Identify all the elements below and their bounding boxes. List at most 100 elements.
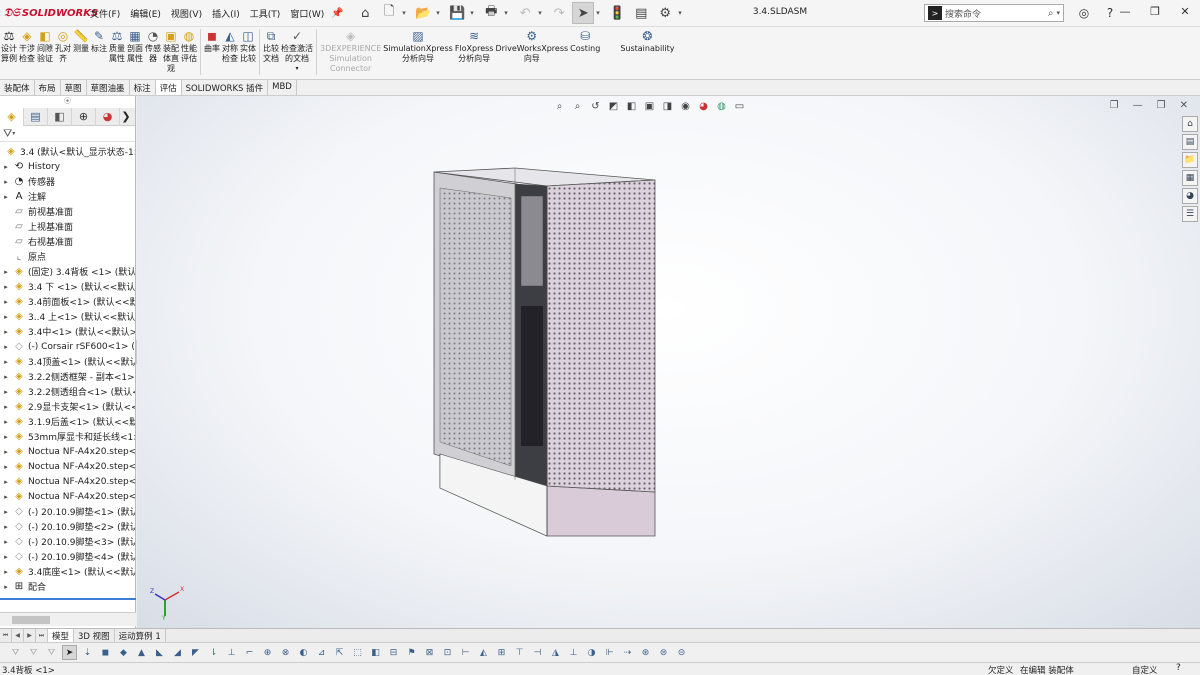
new-document-icon[interactable]: 🗋 — [378, 2, 400, 24]
selection-filter-14-icon[interactable]: ⊿ — [314, 645, 329, 660]
selection-filter-8-icon[interactable]: ⇂ — [206, 645, 221, 660]
tree-item[interactable]: ▸ ◇ (-) 20.10.9脚垫<4> (默认 — [0, 549, 135, 564]
selection-filter-24-icon[interactable]: ⊞ — [494, 645, 509, 660]
menu-edit[interactable]: 编辑(E) — [126, 5, 165, 22]
file-properties-icon[interactable]: ▤ — [630, 2, 652, 24]
open-dropdown-icon[interactable]: ▾ — [436, 9, 444, 17]
tree-item[interactable]: ⌞ 原点 — [0, 249, 135, 264]
tree-item[interactable]: ▸ ◈ 3.4顶盖<1> (默认<<默认: — [0, 354, 135, 369]
tab-layout[interactable]: 布局 — [35, 80, 61, 95]
tree-item[interactable]: ▸ ◈ Noctua NF-A4x20.step< — [0, 444, 135, 459]
expand-arrow-icon[interactable]: ▸ — [0, 448, 12, 456]
panel-tabs-more-icon[interactable]: ❯ — [120, 108, 132, 126]
selection-filter-27-icon[interactable]: ◮ — [548, 645, 563, 660]
selection-filter-10-icon[interactable]: ⌐ — [242, 645, 257, 660]
menu-insert[interactable]: 插入(I) — [208, 5, 244, 22]
minimize-icon[interactable]: — — [1110, 0, 1140, 22]
print-icon[interactable]: 🖶 — [480, 2, 502, 24]
tab-motion-study[interactable]: 运动算例 1 — [115, 629, 166, 642]
tree-item[interactable]: ▸ ◈ 3..4 上<1> (默认<<默认> — [0, 309, 135, 324]
tree-item[interactable]: ▸ ◈ 3.4 下 <1> (默认<<默认> — [0, 279, 135, 294]
ribbon-btn-design-study[interactable]: ⚖ 设计 算例 — [0, 29, 18, 64]
selection-filter-22-icon[interactable]: ⊢ — [458, 645, 473, 660]
tree-item[interactable]: ▸ ◇ (-) 20.10.9脚垫<2> (默认 — [0, 519, 135, 534]
undo-dropdown-icon[interactable]: ▾ — [538, 9, 546, 17]
ribbon-btn-sustainability[interactable]: ❂ Sustainability — [619, 29, 675, 54]
case-front-panel[interactable] — [546, 179, 656, 493]
ribbon-btn-performance[interactable]: ◍ 性能 评估 — [180, 29, 198, 64]
tree-item[interactable]: ▸ ◈ (固定) 3.4背板 <1> (默认< — [0, 264, 135, 279]
selection-filter-7-icon[interactable]: ◤ — [188, 645, 203, 660]
tree-filter[interactable]: ⛛ ▾ — [0, 126, 135, 142]
ribbon-btn-mass-properties[interactable]: ⚖ 质量 属性 — [108, 29, 126, 64]
expand-arrow-icon[interactable]: ▸ — [0, 373, 12, 381]
expand-arrow-icon[interactable]: ▸ — [0, 508, 12, 516]
menu-file[interactable]: 文件(F) — [86, 5, 124, 22]
expand-arrow-icon[interactable]: ▸ — [0, 583, 12, 591]
expand-arrow-icon[interactable]: ▸ — [0, 433, 12, 441]
selection-filter-11-icon[interactable]: ⊕ — [260, 645, 275, 660]
filter-clear-icon[interactable]: ⛛ — [26, 645, 41, 660]
tree-item[interactable]: ▱ 右视基准面 — [0, 234, 135, 249]
status-help-icon[interactable]: ? — [1176, 663, 1181, 673]
scroll-thumb[interactable] — [12, 616, 50, 624]
menu-window[interactable]: 窗口(W) — [286, 5, 328, 22]
tree-item[interactable]: ▸ ◔ 传感器 — [0, 174, 135, 189]
ribbon-btn-curvature[interactable]: ◼ 曲率 — [203, 29, 221, 54]
tree-item[interactable]: ▸ ◈ 3.2.2侧透框架 - 副本<1> ( — [0, 369, 135, 384]
ribbon-btn-measure[interactable]: 📏 测量 — [72, 29, 90, 54]
search-dropdown-icon[interactable]: ▾ — [1056, 9, 1060, 17]
pc-case-model[interactable] — [137, 96, 1200, 628]
tree-item[interactable]: ▸ ⟲ History — [0, 159, 135, 174]
case-left-mesh[interactable] — [439, 187, 512, 467]
expand-arrow-icon[interactable]: ▸ — [0, 328, 12, 336]
restore-icon[interactable]: ❐ — [1140, 0, 1170, 22]
ribbon-btn-floxpress[interactable]: ≋ FloXpress 分析向导 — [454, 29, 495, 64]
expand-arrow-icon[interactable]: ▸ — [0, 388, 12, 396]
panel-collapse-handle[interactable]: ⦿ — [0, 96, 135, 108]
display-manager-tab-icon[interactable]: ◕ — [96, 107, 120, 126]
command-search[interactable]: > 搜索命令 ⌕ ▾ — [924, 4, 1064, 22]
menu-view[interactable]: 视图(V) — [167, 5, 206, 22]
selection-filter-17-icon[interactable]: ◧ — [368, 645, 383, 660]
rebuild-traffic-light-icon[interactable]: 🚦 — [606, 2, 628, 24]
select-arrow-icon[interactable]: ➤ — [62, 645, 77, 660]
selection-filter-28-icon[interactable]: ⊥ — [566, 645, 581, 660]
tab-mbd[interactable]: MBD — [268, 80, 297, 95]
undo-icon[interactable]: ↶ — [514, 2, 536, 24]
rollback-bar[interactable] — [0, 598, 136, 600]
save-dropdown-icon[interactable]: ▾ — [470, 9, 478, 17]
selection-filter-9-icon[interactable]: ⊥ — [224, 645, 239, 660]
selection-filter-31-icon[interactable]: ⇢ — [620, 645, 635, 660]
tab-evaluate[interactable]: 评估 — [155, 80, 182, 95]
expand-arrow-icon[interactable]: ▸ — [0, 343, 12, 351]
selection-filter-6-icon[interactable]: ◢ — [170, 645, 185, 660]
ribbon-btn-clearance[interactable]: ◧ 间隙 验证 — [36, 29, 54, 64]
status-units[interactable]: 自定义 — [1132, 664, 1158, 675]
options-dropdown-icon[interactable]: ▾ — [678, 9, 686, 17]
tab-sketch[interactable]: 草图 — [61, 80, 87, 95]
gpu-bracket[interactable] — [520, 195, 544, 287]
selection-filter-16-icon[interactable]: ⬚ — [350, 645, 365, 660]
last-tab-icon[interactable]: ⏭ — [36, 629, 48, 642]
tree-item[interactable]: ▸ ⊞ 配合 — [0, 579, 135, 594]
expand-arrow-icon[interactable]: ▸ — [0, 478, 12, 486]
ribbon-btn-check-active[interactable]: ✓ 检查激活 的文档 ▾ — [280, 29, 314, 74]
selection-filter-2-icon[interactable]: ◼ — [98, 645, 113, 660]
selection-filter-5-icon[interactable]: ◣ — [152, 645, 167, 660]
home-icon[interactable]: ⌂ — [354, 2, 376, 24]
selection-filter-23-icon[interactable]: ◭ — [476, 645, 491, 660]
tab-solidworks-addins[interactable]: SOLIDWORKS 插件 — [182, 80, 269, 95]
tree-item[interactable]: ▸ ◇ (-) 20.10.9脚垫<3> (默认 — [0, 534, 135, 549]
prev-tab-icon[interactable]: ◀ — [12, 629, 24, 642]
selection-filter-4-icon[interactable]: ▲ — [134, 645, 149, 660]
selection-filter-12-icon[interactable]: ⊗ — [278, 645, 293, 660]
graphics-viewport[interactable]: ⌕ ⌕ ↺ ◩ ◧ ▣ ◨ ◉ ◕ ◍ ▭ ❐ — ❐ ✕ ⌂ ▤ 📁 ▦ ◕ … — [137, 96, 1200, 628]
next-tab-icon[interactable]: ▶ — [24, 629, 36, 642]
tree-item[interactable]: ▸ ◈ 3.4中<1> (默认<<默认>_ — [0, 324, 135, 339]
selection-filter-3-icon[interactable]: ◆ — [116, 645, 131, 660]
expand-arrow-icon[interactable]: ▸ — [0, 268, 12, 276]
tree-item[interactable]: ▸ ◈ 2.9显卡支架<1> (默认<< — [0, 399, 135, 414]
selection-filter-15-icon[interactable]: ⇱ — [332, 645, 347, 660]
ribbon-btn-costing[interactable]: ⛁ Costing — [569, 29, 601, 54]
